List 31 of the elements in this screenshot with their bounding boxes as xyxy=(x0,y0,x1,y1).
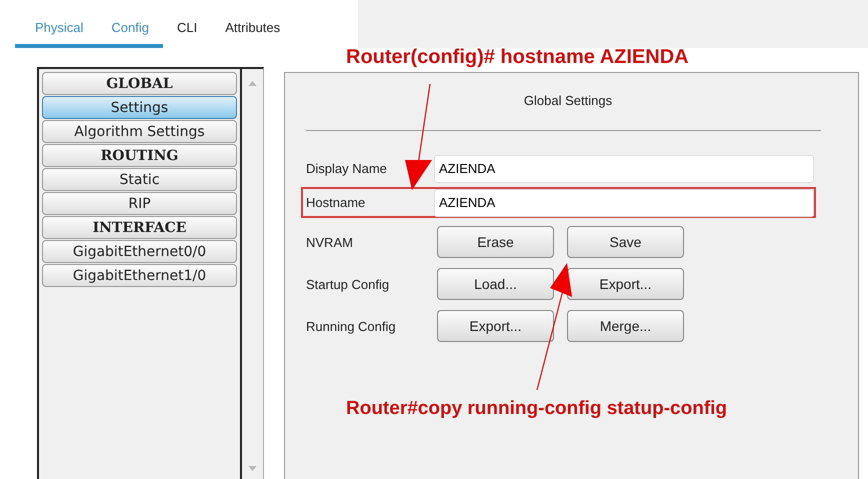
sidebar-item[interactable]: Settings xyxy=(42,96,237,119)
field-label: Display Name xyxy=(306,161,388,176)
tab[interactable]: Physical xyxy=(15,20,98,48)
row-label: NVRAM xyxy=(306,234,354,250)
annotation-text: Router#copy running-config statup-config xyxy=(346,398,728,420)
sidebar-item[interactable]: ROUTING xyxy=(42,144,237,167)
tab[interactable]: Attributes xyxy=(211,20,294,48)
sidebar-item[interactable]: GigabitEthernet0/0 xyxy=(42,240,237,263)
action-button[interactable]: Erase xyxy=(437,226,554,258)
tab[interactable]: CLI xyxy=(163,20,212,48)
row-label: Running Config xyxy=(306,318,397,334)
input-field[interactable]: AZIENDA xyxy=(434,154,814,182)
input-field[interactable]: AZIENDA xyxy=(434,188,814,216)
scroll-down-icon[interactable] xyxy=(248,466,257,471)
action-button[interactable]: Save xyxy=(567,226,684,258)
annotation-text: Router(config)# hostname AZIENDA xyxy=(346,46,689,69)
sidebar-item[interactable]: Static xyxy=(42,168,237,191)
action-button[interactable]: Export... xyxy=(437,310,554,342)
sidebar-item[interactable]: GLOBAL xyxy=(42,72,237,95)
panel-title: Global Settings xyxy=(522,93,614,110)
sidebar-item[interactable]: RIP xyxy=(42,192,237,215)
sidebar-item[interactable]: GigabitEthernet1/0 xyxy=(42,264,237,287)
tab[interactable]: Config xyxy=(97,20,163,48)
field-label: Hostname xyxy=(306,195,366,210)
scroll-up-icon[interactable] xyxy=(248,81,257,86)
action-button[interactable]: Export... xyxy=(567,268,684,300)
action-button[interactable]: Load... xyxy=(437,268,554,300)
action-button[interactable]: Merge... xyxy=(567,310,684,342)
sidebar-item[interactable]: Algorithm Settings xyxy=(42,120,237,143)
row-label: Startup Config xyxy=(306,276,390,292)
sidebar-item[interactable]: INTERFACE xyxy=(42,216,237,239)
